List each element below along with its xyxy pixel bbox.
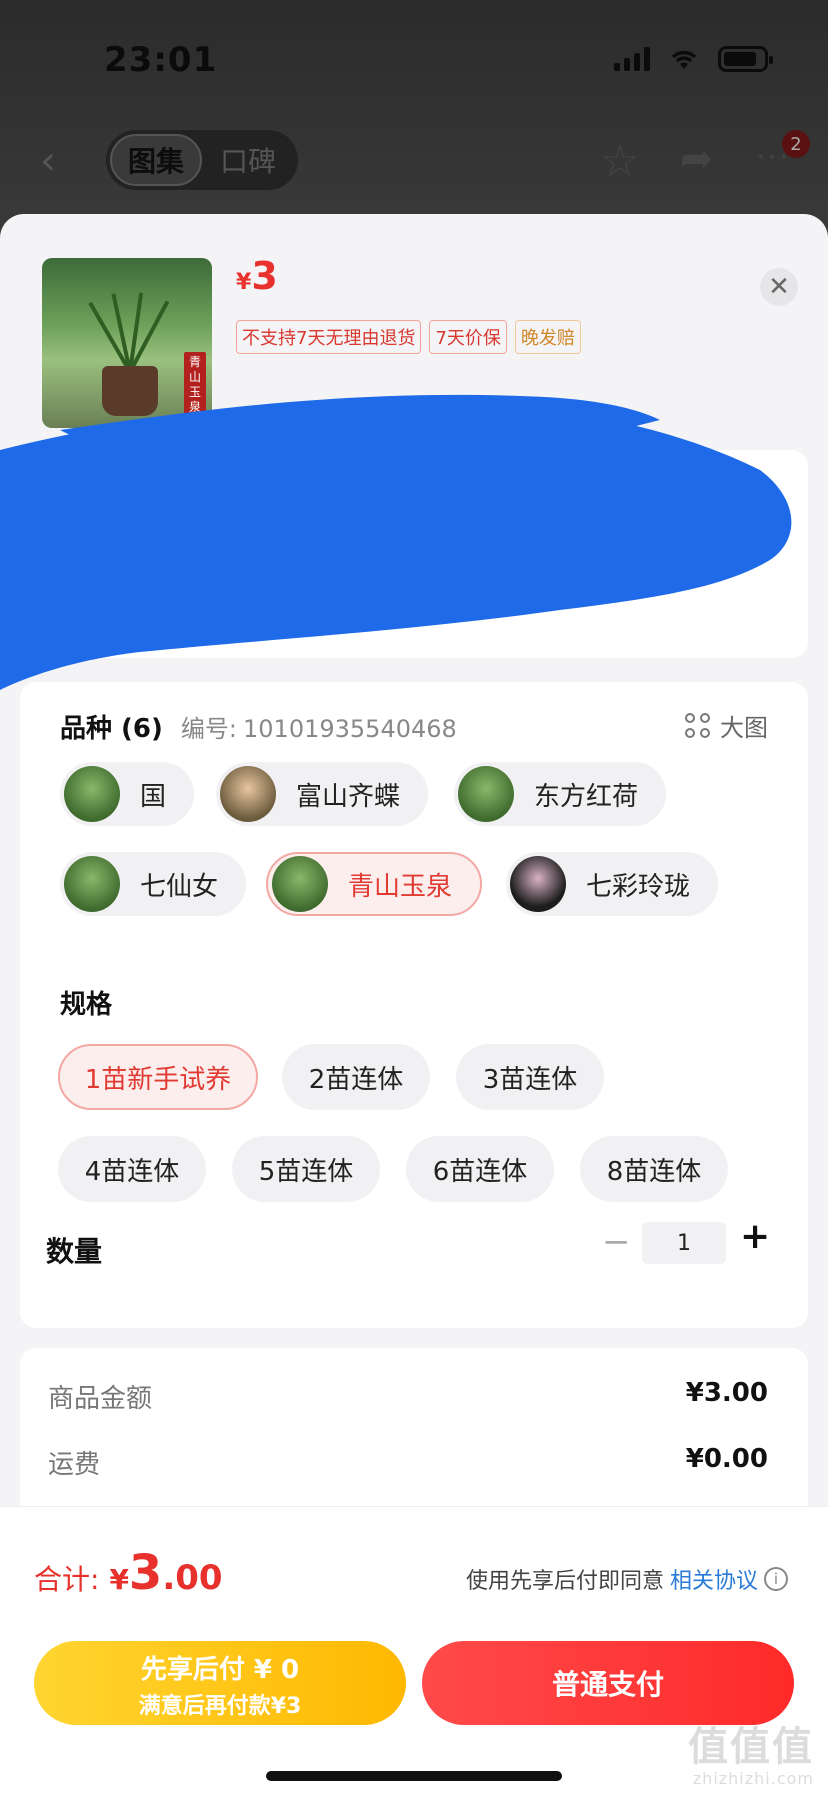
- big-image-label: 大图: [720, 714, 768, 742]
- variety-option-selected[interactable]: 青山玉泉: [266, 852, 483, 916]
- agreement-text: 使用先享后付即同意 相关协议 i: [466, 1563, 788, 1595]
- agreement-link[interactable]: 相关协议: [670, 1563, 758, 1595]
- variety-label: 青山玉泉: [348, 871, 453, 902]
- close-button[interactable]: ✕: [760, 268, 798, 306]
- service-tags: 不支持7天无理由退货 7天价保 晚发赔: [236, 320, 581, 354]
- big-image-toggle[interactable]: 大图: [685, 708, 768, 743]
- variety-label: 七彩玲珑: [586, 871, 691, 902]
- tab-reviews[interactable]: 口碑: [202, 140, 294, 180]
- home-indicator: [266, 1771, 562, 1781]
- star-icon[interactable]: ☆: [600, 136, 639, 187]
- shipping-label: 运费: [48, 1450, 101, 1480]
- quantity-label: 数量: [46, 1235, 103, 1268]
- spec-option[interactable]: 2苗连体: [282, 1044, 430, 1110]
- variety-thumb: [510, 856, 566, 912]
- tag-late-ship-comp: 晚发赔: [514, 320, 581, 354]
- tab-switcher: 图集 口碑: [106, 130, 298, 190]
- purchase-sheet: 青山玉泉 ¥3 不支持7天无理由退货 7天价保 晚发赔 ✕ › 品种 (6) 编…: [0, 214, 828, 1796]
- variety-thumb: [272, 856, 328, 912]
- variety-thumb: [220, 766, 276, 822]
- background-page: 23:01 ‹ 图集 口碑 ☆ ➦ ··· 2: [0, 0, 828, 240]
- spec-option[interactable]: 8苗连体: [580, 1136, 728, 1202]
- shipping-value: ¥0.00: [685, 1444, 768, 1474]
- spec-title: 规格: [60, 990, 113, 1020]
- redaction-scribble: [0, 394, 792, 690]
- variety-code: 10101935540468: [243, 715, 457, 743]
- signal-icon: [614, 47, 650, 71]
- tab-gallery[interactable]: 图集: [110, 134, 202, 186]
- goods-amount-value: ¥3.00: [685, 1378, 768, 1408]
- variety-title: 品种 (6): [60, 714, 163, 744]
- tag-no-return: 不支持7天无理由退货: [236, 320, 422, 354]
- variety-thumb: [64, 856, 120, 912]
- spec-card: 品种 (6) 编号: 10101935540468 大图 国 富山齐蝶 东方红荷…: [20, 682, 808, 1328]
- variety-thumb: [458, 766, 514, 822]
- watermark: 值值值 zhizhizhi.com: [688, 1724, 814, 1788]
- tag-price-protect: 7天价保: [429, 320, 507, 354]
- quantity-plus-button[interactable]: +: [740, 1216, 770, 1257]
- variety-option[interactable]: 富山齐蝶: [216, 762, 429, 826]
- battery-icon: [718, 46, 773, 72]
- back-arrow-icon[interactable]: ‹: [40, 138, 56, 184]
- checkout-footer: 合计: ¥ 3 .00 使用先享后付即同意 相关协议 i 先享后付 ¥ 0 满意…: [0, 1506, 828, 1796]
- variety-label: 东方红荷: [534, 781, 639, 812]
- status-time: 23:01: [104, 40, 218, 80]
- notification-badge: 2: [782, 130, 810, 158]
- info-icon[interactable]: i: [764, 1567, 788, 1591]
- variety-label: 七仙女: [140, 871, 219, 902]
- total-price: 合计: ¥ 3 .00: [34, 1545, 223, 1601]
- share-icon[interactable]: ➦: [680, 136, 714, 182]
- spec-option[interactable]: 5苗连体: [232, 1136, 380, 1202]
- variety-option[interactable]: 七彩玲珑: [506, 852, 719, 916]
- shipping-row: 运费 ¥0.00: [48, 1444, 768, 1481]
- variety-thumb: [64, 766, 120, 822]
- variety-option[interactable]: 东方红荷: [454, 762, 667, 826]
- pay-later-button[interactable]: 先享后付 ¥ 0 满意后再付款¥3: [34, 1641, 406, 1725]
- spec-option[interactable]: 3苗连体: [456, 1044, 604, 1110]
- spec-option[interactable]: 6苗连体: [406, 1136, 554, 1202]
- wifi-icon: [671, 50, 697, 69]
- normal-pay-button[interactable]: 普通支付: [422, 1641, 794, 1725]
- variety-code-label: 编号:: [180, 715, 238, 743]
- variety-option[interactable]: 国: [60, 762, 195, 826]
- status-icons: [614, 46, 773, 72]
- variety-header: 品种 (6) 编号: 10101935540468: [60, 708, 457, 745]
- grid-icon: [685, 713, 710, 738]
- variety-option[interactable]: 七仙女: [60, 852, 247, 916]
- spec-option[interactable]: 4苗连体: [58, 1136, 206, 1202]
- quantity-minus-button[interactable]: −: [602, 1222, 631, 1262]
- spec-option-selected[interactable]: 1苗新手试养: [58, 1044, 258, 1110]
- variety-label: 国: [140, 781, 167, 812]
- goods-amount-row: 商品金额 ¥3.00: [48, 1378, 768, 1415]
- goods-amount-label: 商品金额: [48, 1384, 153, 1414]
- variety-label: 富山齐蝶: [296, 781, 401, 812]
- quantity-input[interactable]: 1: [642, 1222, 726, 1264]
- product-price: ¥3: [236, 254, 278, 298]
